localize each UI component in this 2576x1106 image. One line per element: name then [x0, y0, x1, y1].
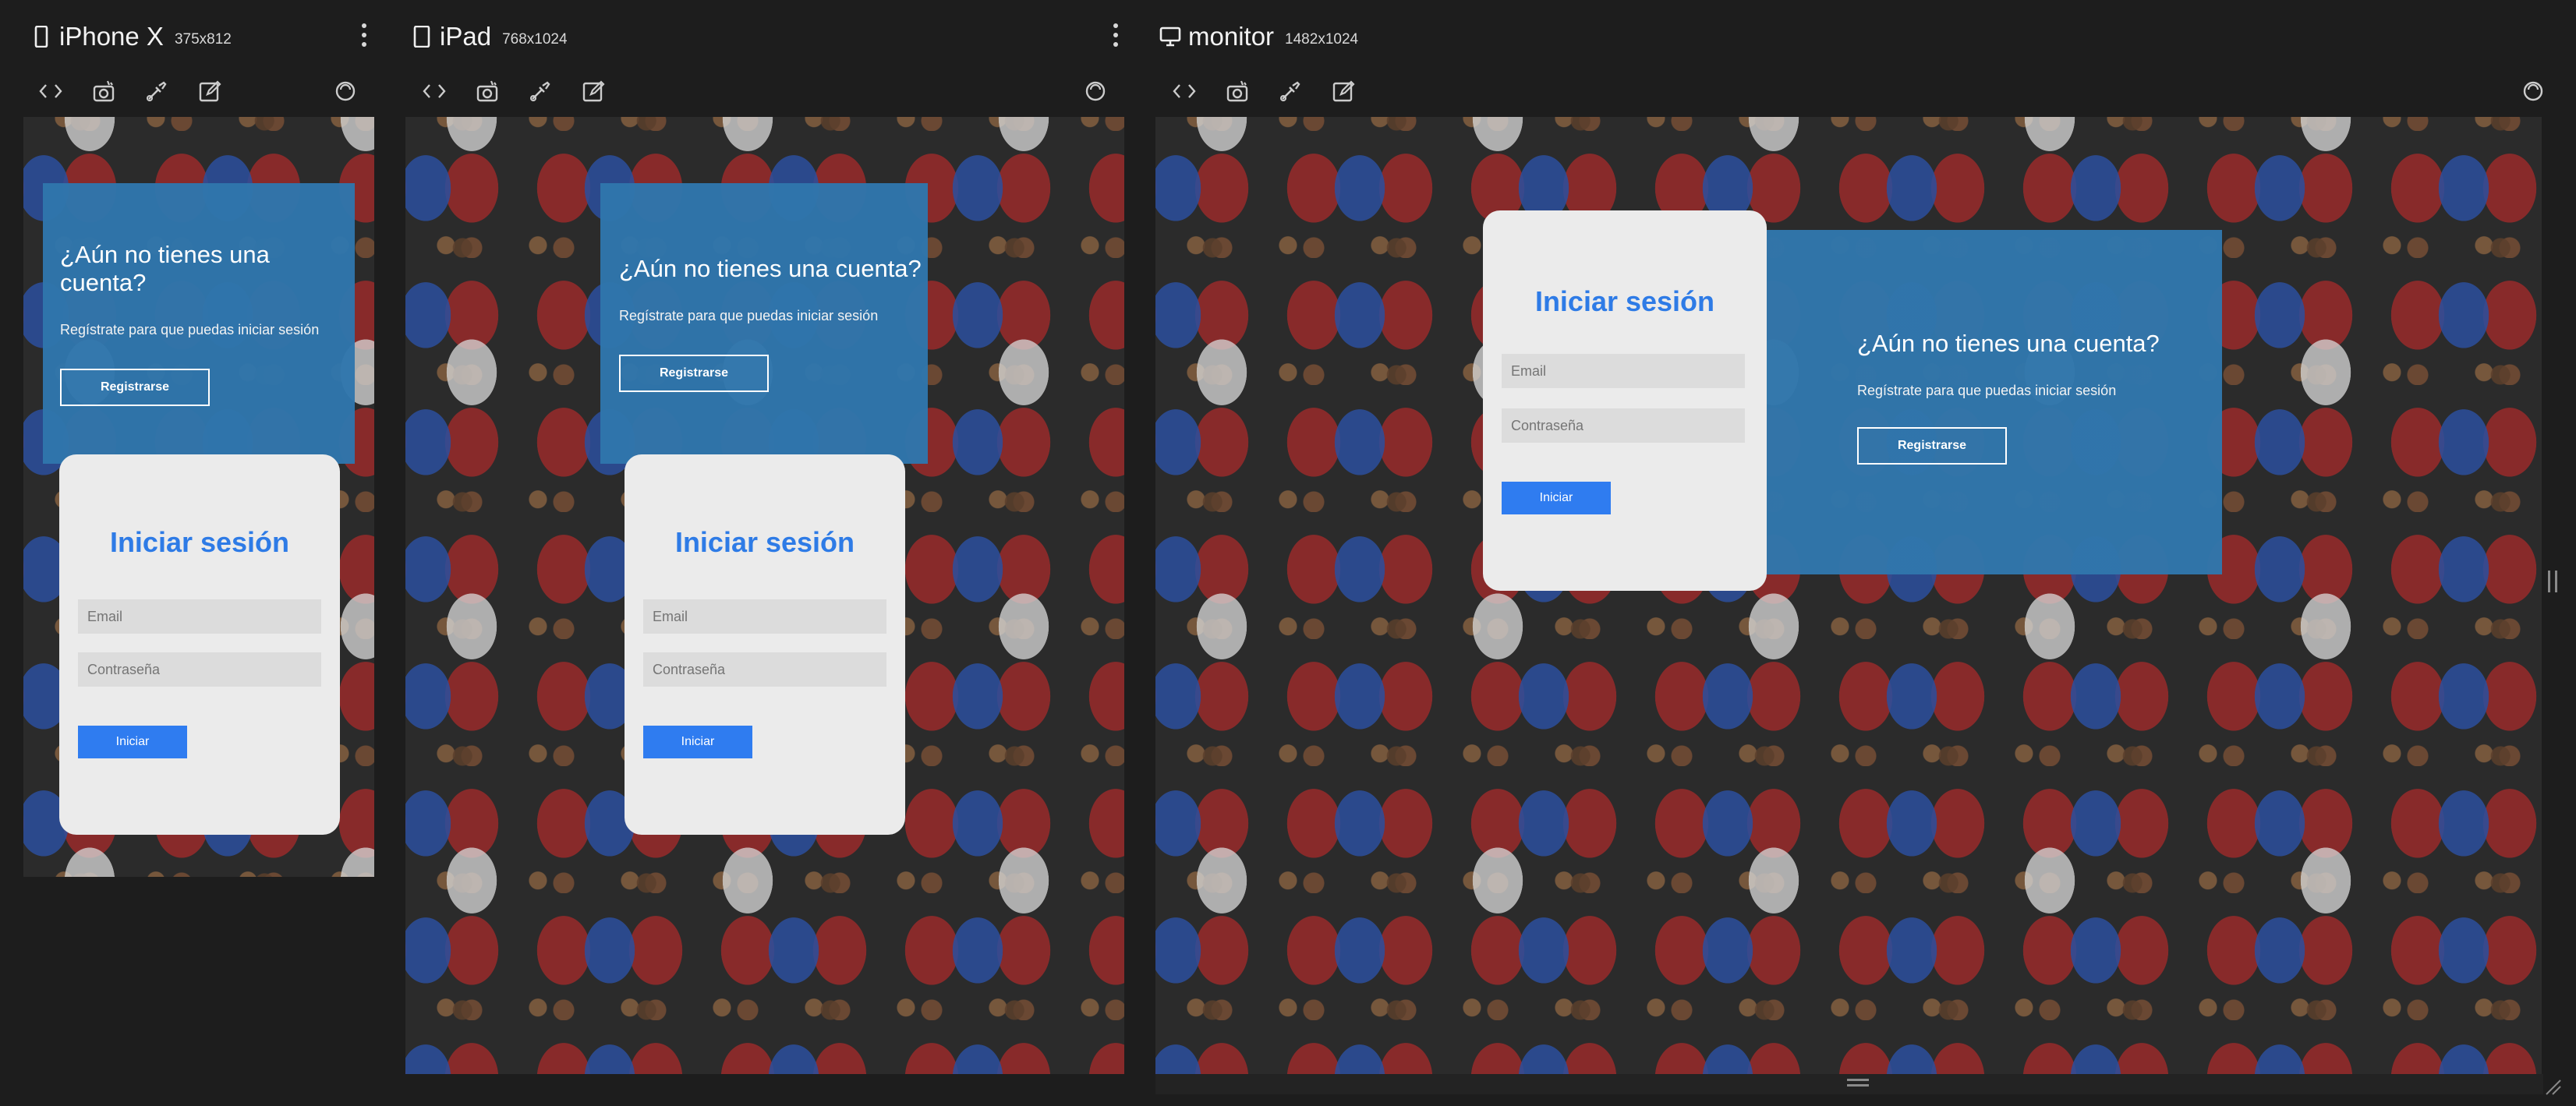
signup-panel: ¿Aún no tienes una cuenta? Regístrate pa… [600, 183, 928, 464]
device-size: 1482x1024 [1285, 31, 1359, 48]
login-button[interactable]: Iniciar [643, 726, 752, 758]
monitor-icon [1159, 21, 1182, 52]
more-options-icon[interactable] [1111, 23, 1120, 47]
screenshot-icon[interactable] [1218, 72, 1257, 111]
edit-icon[interactable] [190, 72, 229, 111]
more-options-icon[interactable] [359, 23, 369, 47]
login-button[interactable]: Iniciar [78, 726, 187, 758]
rotate-icon[interactable] [326, 72, 365, 111]
device-viewport[interactable]: ¿Aún no tienes una cuenta? Regístrate pa… [405, 117, 1124, 1074]
rotate-icon[interactable] [1076, 72, 1115, 111]
tablet-icon [410, 21, 433, 52]
signup-title: ¿Aún no tienes una cuenta? [619, 255, 922, 282]
device-size: 375x812 [174, 31, 232, 48]
edit-icon[interactable] [574, 72, 613, 111]
device-panel-ipad: iPad 768x1024 ¿Aún no tienes una cuenta?… [382, 0, 1131, 1106]
device-panel-iphone: iPhone X 375x812 ¿Aún no tienes una cuen… [0, 0, 390, 1106]
device-viewport[interactable]: ¿Aún no tienes una cuenta? Regístrate pa… [23, 117, 374, 877]
phone-icon [30, 21, 53, 52]
eyedropper-icon[interactable] [137, 72, 176, 111]
email-field[interactable] [643, 599, 886, 634]
signup-title: ¿Aún no tienes una cuenta? [1857, 330, 2160, 357]
login-card: Iniciar sesión Iniciar [625, 454, 905, 835]
register-button[interactable]: Registrarse [619, 355, 769, 392]
device-name: iPad [440, 22, 492, 51]
password-field[interactable] [643, 652, 886, 687]
device-viewport[interactable]: ¿Aún no tienes una cuenta? Regístrate pa… [1155, 117, 2542, 1074]
eyedropper-icon[interactable] [1271, 72, 1310, 111]
screenshot-icon[interactable] [84, 72, 123, 111]
password-field[interactable] [78, 652, 321, 687]
signup-text: Regístrate para que puedas iniciar sesió… [1857, 383, 2117, 398]
eyedropper-icon[interactable] [521, 72, 560, 111]
signup-panel: ¿Aún no tienes una cuenta? Regístrate pa… [43, 183, 355, 464]
login-title: Iniciar sesión [674, 526, 855, 558]
device-panel-monitor: monitor 1482x1024 ¿Aún no tienes una cue… [1131, 0, 2576, 1106]
device-header: iPhone X 375x812 [0, 17, 390, 56]
code-icon[interactable] [1165, 72, 1204, 111]
device-header: iPad 768x1024 [382, 17, 1131, 56]
login-title: Iniciar sesión [1534, 285, 1715, 317]
email-field[interactable] [1502, 354, 1745, 388]
device-name: monitor [1188, 22, 1275, 51]
code-icon[interactable] [31, 72, 70, 111]
signup-title: ¿Aún no tienes una cuenta? [60, 241, 270, 296]
rotate-icon[interactable] [2514, 72, 2553, 111]
register-button[interactable]: Registrarse [1857, 427, 2007, 465]
screenshot-icon[interactable] [468, 72, 507, 111]
device-toolbar [415, 72, 627, 111]
login-button[interactable]: Iniciar [1502, 482, 1611, 514]
device-toolbar [1165, 72, 1377, 111]
register-button[interactable]: Registrarse [60, 369, 210, 406]
signup-text: Regístrate para que puedas iniciar sesió… [619, 308, 879, 323]
email-field[interactable] [78, 599, 321, 634]
device-header: monitor 1482x1024 [1131, 17, 2576, 56]
login-card: Iniciar sesión Iniciar [1483, 210, 1767, 591]
resize-handle-vertical[interactable] [2548, 571, 2557, 592]
resize-handle-horizontal[interactable] [1847, 1079, 1869, 1088]
edit-icon[interactable] [1324, 72, 1363, 111]
device-size: 768x1024 [502, 31, 568, 48]
code-icon[interactable] [415, 72, 454, 111]
device-name: iPhone X [59, 22, 164, 51]
resize-corner-icon[interactable] [2542, 1076, 2562, 1096]
login-title: Iniciar sesión [109, 526, 290, 558]
password-field[interactable] [1502, 408, 1745, 443]
signup-text: Regístrate para que puedas iniciar sesió… [60, 322, 320, 337]
login-card: Iniciar sesión Iniciar [59, 454, 340, 835]
device-toolbar [31, 72, 243, 111]
